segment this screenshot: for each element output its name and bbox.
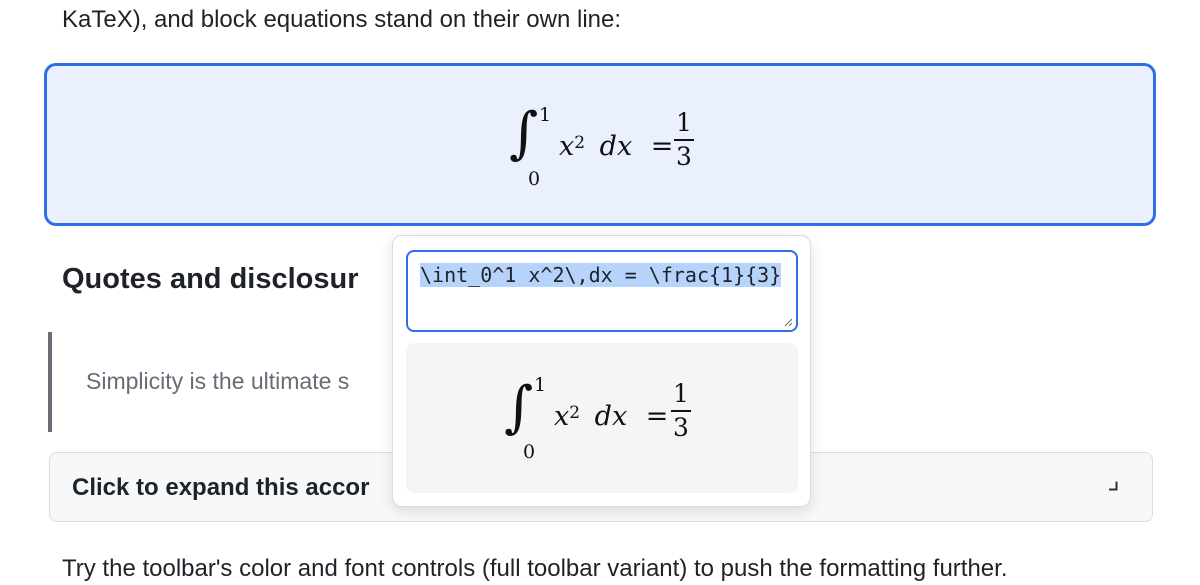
section-heading: Quotes and disclosur — [62, 263, 359, 295]
preview-fraction-bar — [671, 410, 691, 412]
blockquote-text: Simplicity is the ultimate s — [86, 368, 350, 394]
math-equation: ∫ 1 0 x2 dx = 1 3 — [47, 66, 1153, 223]
corner-down-left-icon — [1109, 481, 1118, 491]
preview-differential: dx — [594, 401, 628, 432]
fraction-bar — [674, 139, 694, 141]
preview-equals-sign: = — [645, 401, 669, 432]
preview-integral-upper-limit: 1 — [534, 374, 547, 396]
preview-integral-lower-limit: 0 — [523, 441, 536, 463]
preview-integrand: x2 dx = — [554, 402, 668, 432]
footer-paragraph: Try the toolbar's color and font control… — [62, 555, 1008, 582]
intro-paragraph: KaTeX), and block equations stand on the… — [62, 6, 622, 33]
differential: dx — [599, 131, 633, 162]
blockquote-border — [48, 332, 52, 432]
accordion-label: Click to expand this accor — [72, 474, 370, 501]
document-page: KaTeX), and block equations stand on the… — [0, 0, 1200, 585]
resize-handle-icon[interactable] — [783, 317, 793, 327]
fraction: 1 3 — [672, 110, 696, 170]
equals-sign: = — [650, 131, 674, 162]
math-preview: ∫ 1 0 x2 dx = 1 3 — [406, 343, 798, 493]
integrand-exponent: 2 — [574, 133, 586, 153]
fraction-numerator: 1 — [676, 108, 692, 137]
latex-source-input[interactable]: \int_0^1 x^2\,dx = \frac{1}{3} — [406, 250, 798, 332]
preview-fraction: 1 3 — [669, 381, 693, 441]
integral-lower-limit: 0 — [528, 168, 541, 190]
math-block[interactable]: ∫ 1 0 x2 dx = 1 3 — [44, 63, 1156, 226]
fraction-denominator: 3 — [676, 142, 692, 171]
preview-fraction-denominator: 3 — [673, 413, 689, 442]
preview-fraction-numerator: 1 — [673, 379, 689, 408]
integral-upper-limit: 1 — [539, 104, 552, 126]
preview-integral-sign: ∫ — [504, 375, 534, 440]
integrand-variable: x — [559, 131, 575, 162]
math-edit-popover: \int_0^1 x^2\,dx = \frac{1}{3} ∫ 1 0 x2 … — [392, 235, 811, 507]
preview-equation: ∫ 1 0 x2 dx = 1 3 — [406, 343, 798, 493]
preview-integrand-variable: x — [554, 401, 570, 432]
preview-integrand-exponent: 2 — [569, 403, 581, 423]
integrand: x2 dx = — [559, 132, 673, 162]
integral-sign: ∫ — [509, 101, 539, 166]
latex-source-text: \int_0^1 x^2\,dx = \frac{1}{3} — [420, 263, 782, 287]
